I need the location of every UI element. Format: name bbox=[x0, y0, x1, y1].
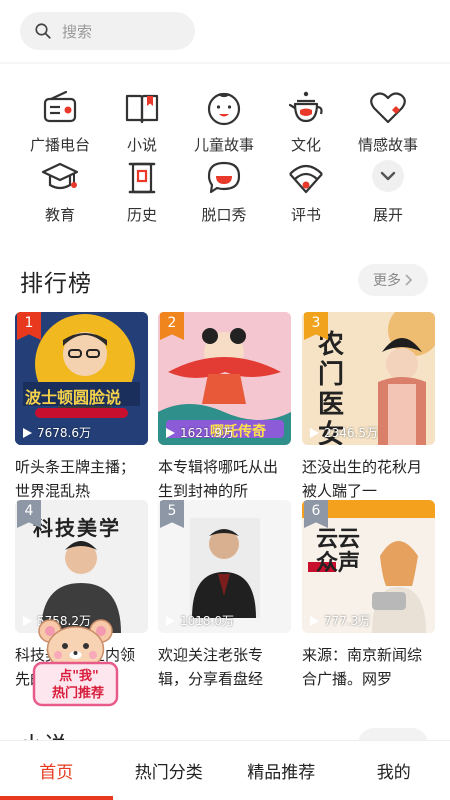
category-storytelling[interactable]: 评书 bbox=[266, 158, 346, 225]
album-cover: 科技美学 4 5758.2万 bbox=[15, 500, 148, 633]
album-title: 还没出生的花秋月被人踹了一 bbox=[302, 458, 423, 500]
bottom-tab-bar: 首页 热门分类 精品推荐 我的 bbox=[0, 740, 450, 800]
album-cover: 农门医女 3 2346.5万 bbox=[302, 312, 435, 445]
search-icon bbox=[35, 23, 51, 39]
album-card[interactable]: 农门医女 3 2346.5万 还没出生的花秋月被人踹了一 bbox=[302, 312, 435, 503]
tab-hot-categories[interactable]: 热门分类 bbox=[113, 741, 226, 800]
play-icon bbox=[310, 615, 319, 626]
album-title: 欢迎关注老张专辑，分享看盘经 bbox=[158, 646, 264, 688]
graduation-cap-icon bbox=[41, 162, 79, 190]
heart-icon bbox=[370, 92, 406, 124]
child-face-icon bbox=[207, 92, 241, 126]
category-label: 儿童故事 bbox=[193, 136, 254, 154]
home-screen: 搜索 广播电台 小说 儿童故事 文化 情感故事 教育 历史 脱口秀 评书 展开 … bbox=[0, 0, 450, 800]
tab-mine[interactable]: 我的 bbox=[338, 741, 450, 800]
category-label: 教育 bbox=[44, 206, 75, 224]
album-title: 来源：南京新闻综合广播。网罗 bbox=[302, 646, 423, 688]
category-label: 评书 bbox=[290, 206, 321, 224]
category-label: 文化 bbox=[290, 136, 321, 154]
album-card[interactable]: 哪吒传奇 2 1621.9万 本专辑将哪吒从出生到封神的所 bbox=[158, 312, 291, 503]
scroll-icon bbox=[128, 162, 156, 194]
tab-featured[interactable]: 精品推荐 bbox=[225, 741, 338, 800]
header-divider bbox=[0, 62, 450, 64]
play-icon bbox=[166, 427, 175, 438]
category-label: 历史 bbox=[126, 206, 157, 224]
category-children[interactable]: 儿童故事 bbox=[184, 88, 264, 155]
category-education[interactable]: 教育 bbox=[20, 158, 100, 225]
category-expand[interactable]: 展开 bbox=[348, 158, 428, 225]
album-card[interactable]: 波士顿圆脸说 1 7678.6万 听头条王牌主播；世界混乱热 bbox=[15, 312, 148, 503]
album-title: 本专辑将哪吒从出生到封神的所 bbox=[158, 458, 279, 500]
book-icon bbox=[125, 94, 159, 124]
cover-text: 云云众声 bbox=[316, 527, 361, 576]
chevron-right-icon bbox=[405, 274, 413, 286]
cover-text: 科技美学 bbox=[33, 516, 121, 540]
search-placeholder: 搜索 bbox=[62, 22, 93, 41]
fan-icon bbox=[289, 164, 323, 194]
promo-line2: 热门推荐 bbox=[51, 686, 104, 701]
category-emotion[interactable]: 情感故事 bbox=[348, 88, 428, 155]
album-cover: 哪吒传奇 2 1621.9万 bbox=[158, 312, 291, 445]
category-radio[interactable]: 广播电台 bbox=[20, 88, 100, 155]
play-count: 7678.6万 bbox=[21, 424, 91, 441]
category-label: 广播电台 bbox=[29, 136, 90, 154]
album-cover: 5 1018.0万 bbox=[158, 500, 291, 633]
play-count: 1621.9万 bbox=[164, 424, 234, 441]
category-talkshow[interactable]: 脱口秀 bbox=[184, 158, 264, 225]
album-card[interactable]: 5 1018.0万 欢迎关注老张专辑，分享看盘经 bbox=[158, 500, 291, 691]
category-history[interactable]: 历史 bbox=[102, 158, 182, 225]
category-label: 脱口秀 bbox=[201, 206, 247, 224]
chevron-down-icon bbox=[372, 160, 404, 192]
category-novel[interactable]: 小说 bbox=[102, 88, 182, 155]
teapot-icon bbox=[288, 91, 323, 123]
category-label: 情感故事 bbox=[357, 136, 418, 154]
tab-home[interactable]: 首页 bbox=[0, 741, 113, 800]
play-icon bbox=[310, 427, 319, 438]
category-label: 展开 bbox=[372, 206, 403, 224]
play-icon bbox=[166, 615, 175, 626]
play-count: 777.3万 bbox=[308, 612, 370, 629]
radio-icon bbox=[43, 90, 77, 123]
album-card[interactable]: 云云众声 6 777.3万 来源：南京新闻综合广播。网罗 bbox=[302, 500, 435, 691]
album-cover: 云云众声 6 777.3万 bbox=[302, 500, 435, 633]
search-bar[interactable]: 搜索 bbox=[20, 12, 195, 50]
play-count: 2346.5万 bbox=[308, 424, 378, 441]
cover-text: 波士顿圆脸说 bbox=[25, 388, 122, 407]
album-cover: 波士顿圆脸说 1 7678.6万 bbox=[15, 312, 148, 445]
ranking-more-button[interactable]: 更多 bbox=[358, 264, 428, 296]
category-culture[interactable]: 文化 bbox=[266, 88, 346, 155]
more-label: 更多 bbox=[373, 273, 401, 289]
album-title: 听头条王牌主播；世界混乱热 bbox=[15, 458, 136, 500]
play-count: 1018.0万 bbox=[164, 612, 234, 629]
play-icon bbox=[23, 427, 32, 438]
ranking-title: 排行榜 bbox=[20, 271, 92, 297]
category-label: 小说 bbox=[126, 136, 157, 154]
speech-bubble-icon bbox=[207, 161, 241, 194]
